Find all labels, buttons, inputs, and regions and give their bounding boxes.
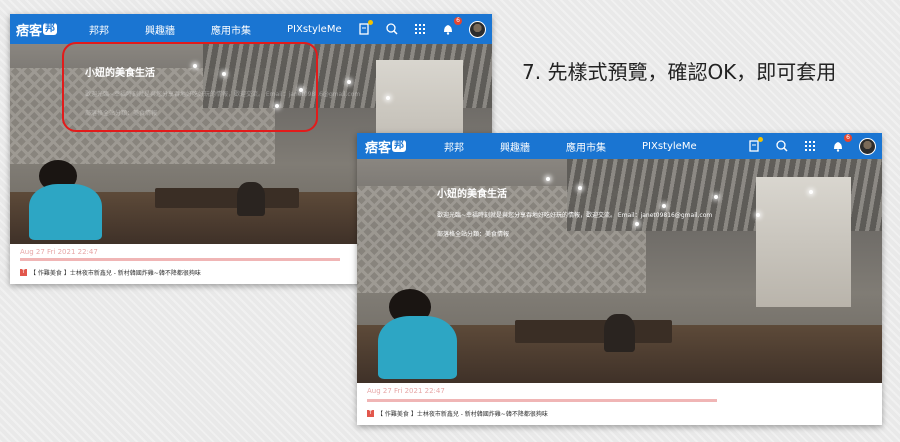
blog-title: 小妞的美食生活 — [437, 189, 507, 200]
cover-photo: 小妞的美食生活 歡迎光臨~幸福時刻就是與您分享吞地好吃好玩的情報，歡迎交流。 E… — [357, 159, 882, 383]
article-icon[interactable] — [747, 137, 763, 153]
nav-icon-group: 6 — [357, 17, 492, 38]
site-logo[interactable]: 痞客 邦 — [16, 20, 58, 39]
blog-header-overlay: 小妞的美食生活 歡迎光臨~幸福時刻就是與您分享吞地好吃好玩的情報，歡迎交流。 E… — [437, 185, 712, 238]
post-divider — [20, 258, 340, 261]
post-title: 【 作難美食 】士林夜市新鑫兒 - 新村韓國炸雞~韓不降都很夠味 — [30, 270, 201, 277]
bell-icon[interactable]: 6 — [831, 134, 852, 153]
article-icon[interactable] — [357, 20, 373, 36]
blog-description: 歡迎光臨~幸福時刻就是與您分享吞地好吃好玩的情報，歡迎交流。 Email：jan… — [437, 212, 713, 219]
search-zoom-icon[interactable] — [385, 22, 399, 36]
grid-icon[interactable] — [413, 22, 427, 36]
post-title: 【 作難美食 】士林夜市新鑫兒 - 新村韓國炸雞~韓不降都很夠味 — [377, 411, 548, 418]
nav-pixstyleme[interactable]: PIXstyleMe — [287, 24, 342, 35]
post-footer: Aug 27 Fri 2021 22:47 T 【 作難美食 】士林夜市新鑫兒 … — [357, 383, 882, 425]
blog-category: 部落格全站分類：美食情報 — [437, 231, 510, 238]
nav-bangbang[interactable]: 邦邦 — [444, 139, 464, 154]
site-logo[interactable]: 痞客 邦 — [365, 137, 407, 156]
nav-icon-group: 6 — [747, 134, 882, 155]
step-caption: 7. 先樣式預覽，確認OK，即可套用 — [522, 60, 837, 84]
post-link[interactable]: T 【 作難美食 】士林夜市新鑫兒 - 新村韓國炸雞~韓不降都很夠味 — [20, 268, 201, 277]
post-link[interactable]: T 【 作難美食 】士林夜市新鑫兒 - 新村韓國炸雞~韓不降都很夠味 — [367, 409, 548, 418]
search-zoom-icon[interactable] — [775, 139, 789, 153]
post-type-icon: T — [20, 269, 27, 276]
avatar[interactable] — [469, 20, 486, 38]
avatar[interactable] — [859, 137, 876, 155]
post-divider — [367, 399, 717, 402]
nav-pixstyleme[interactable]: PIXstyleMe — [642, 141, 697, 152]
notification-count: 6 — [454, 17, 462, 25]
top-navbar: 痞客 邦 邦邦 興趣牆 應用市集 PIXstyleMe 6 — [10, 14, 492, 44]
preview-screenshot-large: 痞客 邦 邦邦 興趣牆 應用市集 PIXstyleMe 6 小妞的美食生活 歡迎… — [357, 133, 882, 425]
top-navbar: 痞客 邦 邦邦 興趣牆 應用市集 PIXstyleMe 6 — [357, 133, 882, 159]
grid-icon[interactable] — [803, 139, 817, 153]
nav-interest-wall[interactable]: 興趣牆 — [500, 139, 530, 154]
bell-icon[interactable]: 6 — [441, 17, 462, 36]
nav-bangbang[interactable]: 邦邦 — [89, 22, 109, 37]
nav-app-market[interactable]: 應用市集 — [211, 22, 251, 37]
highlight-circle — [62, 42, 318, 132]
notification-count: 6 — [844, 134, 852, 142]
nav-app-market[interactable]: 應用市集 — [566, 139, 606, 154]
post-type-icon: T — [367, 410, 374, 417]
logo-badge: 邦 — [43, 23, 58, 35]
logo-badge: 邦 — [392, 140, 407, 152]
logo-text: 痞客 — [16, 23, 43, 39]
post-date: Aug 27 Fri 2021 22:47 — [20, 248, 98, 256]
nav-interest-wall[interactable]: 興趣牆 — [145, 22, 175, 37]
post-date: Aug 27 Fri 2021 22:47 — [367, 387, 445, 395]
logo-text: 痞客 — [365, 140, 392, 156]
